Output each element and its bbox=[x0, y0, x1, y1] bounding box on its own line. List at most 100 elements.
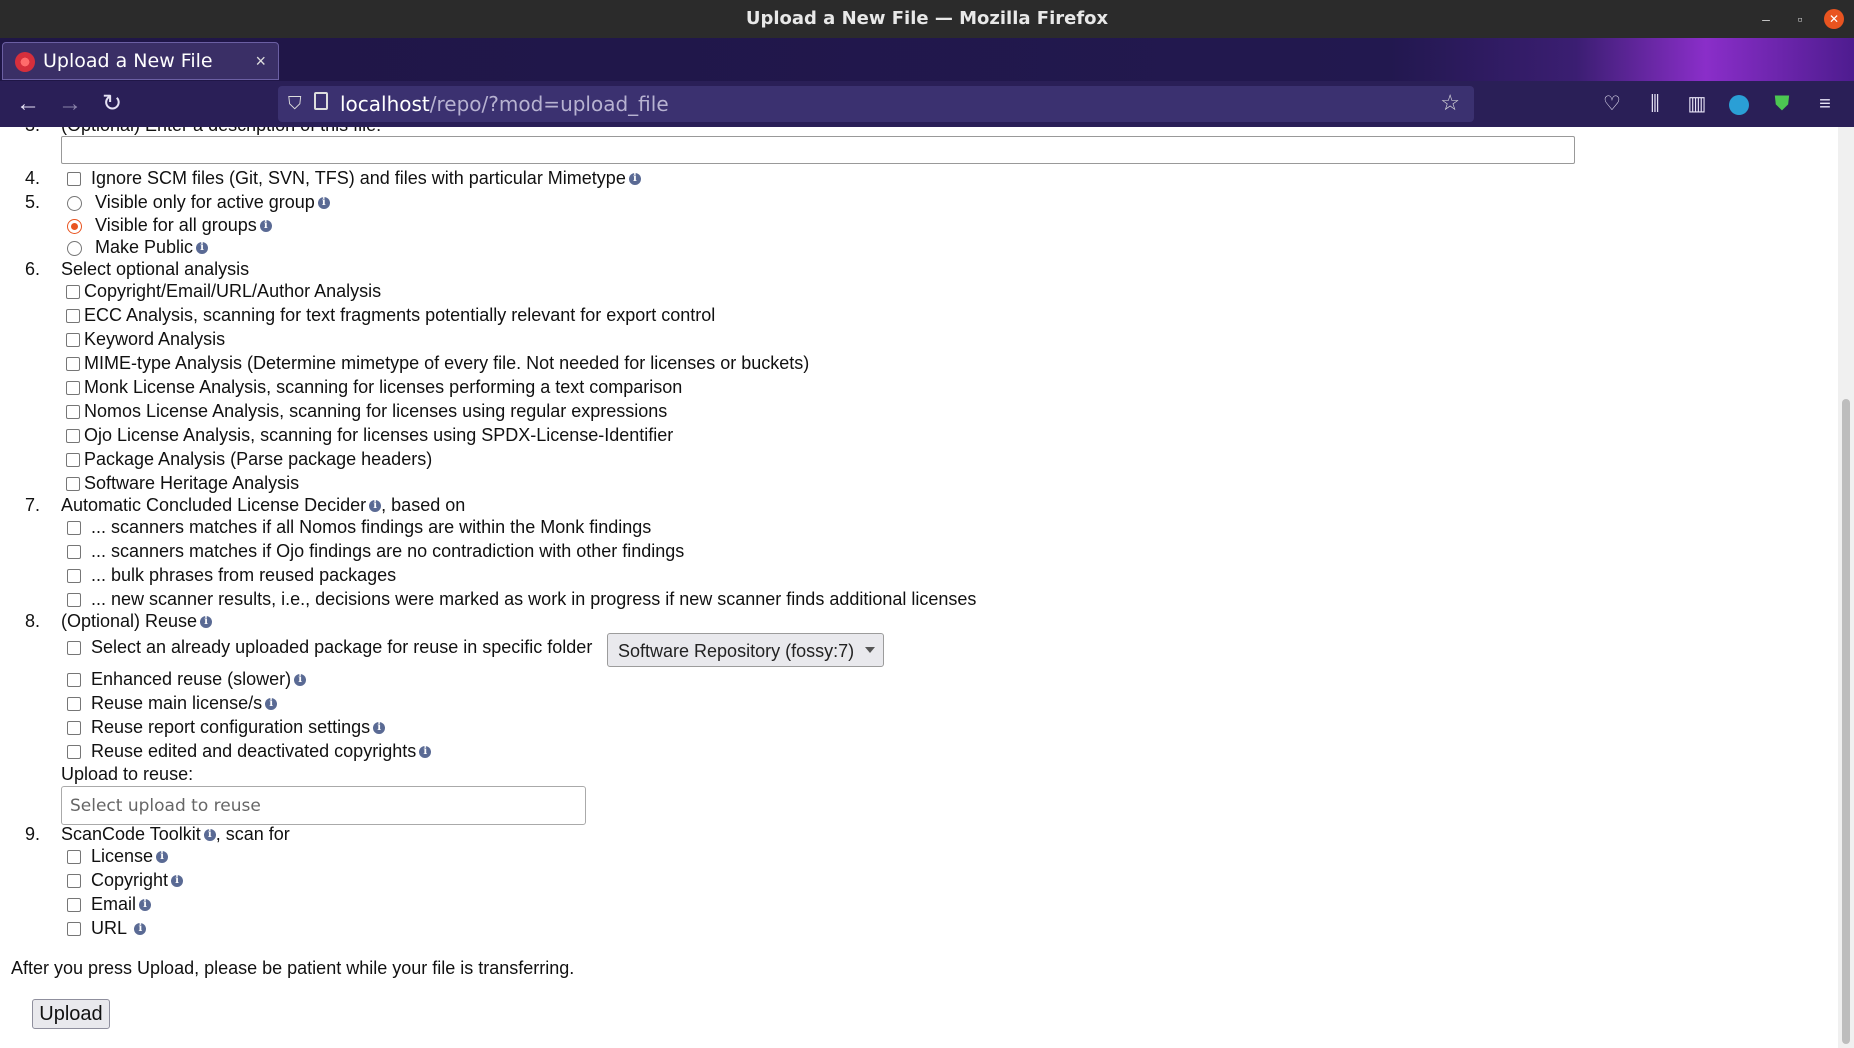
analysis-label: Monk License Analysis, scanning for lice… bbox=[84, 377, 683, 397]
close-window-button[interactable]: ✕ bbox=[1824, 9, 1844, 29]
visibility-radio-selected[interactable] bbox=[67, 218, 82, 234]
reuse-option[interactable]: Reuse report configuration settings i bbox=[67, 716, 386, 738]
info-icon[interactable]: i bbox=[139, 899, 152, 912]
reuse-folder-checkbox[interactable] bbox=[67, 641, 81, 656]
visibility-label: Make Public bbox=[95, 237, 194, 257]
decider-option[interactable]: ... new scanner results, i.e., decisions… bbox=[67, 588, 976, 610]
reuse-checkbox[interactable] bbox=[67, 721, 81, 736]
item3-label: (Optional) Enter a description of this f… bbox=[61, 127, 381, 136]
visibility-option-all-groups[interactable]: Visible for all groups i bbox=[67, 214, 272, 236]
reuse-option[interactable]: Reuse edited and deactivated copyrights i bbox=[67, 740, 432, 762]
decider-option[interactable]: ... bulk phrases from reused packages bbox=[67, 564, 396, 586]
analysis-option[interactable]: Ojo License Analysis, scanning for licen… bbox=[66, 424, 673, 446]
scancode-option[interactable]: URL i bbox=[67, 917, 147, 939]
decider-checkbox[interactable] bbox=[67, 569, 81, 584]
tab-close-icon[interactable]: × bbox=[255, 43, 266, 79]
analysis-checkbox[interactable] bbox=[66, 333, 80, 348]
info-icon[interactable]: i bbox=[156, 851, 169, 864]
maximize-button[interactable]: ▫ bbox=[1790, 9, 1810, 29]
scancode-checkbox[interactable] bbox=[67, 898, 81, 913]
extension-shield-icon[interactable]: ⛊ bbox=[1767, 89, 1797, 119]
info-icon[interactable]: i bbox=[265, 698, 278, 711]
analysis-checkbox[interactable] bbox=[66, 429, 80, 444]
account-icon[interactable] bbox=[1724, 89, 1754, 119]
analysis-option[interactable]: MIME-type Analysis (Determine mimetype o… bbox=[66, 352, 809, 374]
visibility-option-active-group[interactable]: Visible only for active group i bbox=[67, 191, 330, 213]
upload-to-reuse-input[interactable] bbox=[62, 787, 570, 824]
scancode-option[interactable]: License i bbox=[67, 845, 169, 867]
library-icon[interactable]: ⫼ bbox=[1640, 89, 1670, 119]
info-icon[interactable]: i bbox=[196, 242, 209, 255]
analysis-option[interactable]: Copyright/Email/URL/Author Analysis bbox=[66, 280, 381, 302]
analysis-option[interactable]: Package Analysis (Parse package headers) bbox=[66, 448, 432, 470]
sidebar-icon[interactable]: ▥ bbox=[1682, 89, 1712, 119]
analysis-checkbox[interactable] bbox=[66, 381, 80, 396]
info-icon[interactable]: i bbox=[200, 616, 213, 629]
reuse-option[interactable]: Enhanced reuse (slower) i bbox=[67, 668, 307, 690]
info-icon[interactable]: i bbox=[373, 722, 386, 735]
analysis-option[interactable]: Keyword Analysis bbox=[66, 328, 225, 350]
upload-to-reuse-field[interactable] bbox=[61, 786, 586, 825]
info-icon[interactable]: i bbox=[294, 674, 307, 687]
analysis-checkbox[interactable] bbox=[66, 357, 80, 372]
scancode-checkbox[interactable] bbox=[67, 922, 81, 937]
analysis-checkbox[interactable] bbox=[66, 405, 80, 420]
analysis-checkbox[interactable] bbox=[66, 453, 80, 468]
analysis-option[interactable]: Monk License Analysis, scanning for lice… bbox=[66, 376, 682, 398]
forward-button[interactable]: → bbox=[54, 89, 86, 119]
url-text[interactable]: localhost/repo/?mod=upload_file bbox=[340, 86, 669, 122]
description-input[interactable] bbox=[61, 136, 1575, 164]
info-icon[interactable]: i bbox=[171, 875, 184, 888]
info-icon[interactable]: i bbox=[134, 923, 147, 936]
analysis-option[interactable]: ECC Analysis, scanning for text fragment… bbox=[66, 304, 715, 326]
scancode-option[interactable]: Copyright i bbox=[67, 869, 184, 891]
reuse-folder-option[interactable]: Select an already uploaded package for r… bbox=[67, 636, 592, 658]
decider-option[interactable]: ... scanners matches if Ojo findings are… bbox=[67, 540, 684, 562]
info-icon[interactable]: i bbox=[628, 173, 641, 186]
visibility-option-public[interactable]: Make Public i bbox=[67, 236, 209, 258]
chevron-down-icon bbox=[865, 647, 875, 653]
info-icon[interactable]: i bbox=[369, 500, 382, 513]
ignore-scm-checkbox[interactable] bbox=[67, 167, 81, 189]
info-icon[interactable]: i bbox=[419, 746, 432, 759]
decider-checkbox[interactable] bbox=[67, 545, 81, 560]
analysis-label: Copyright/Email/URL/Author Analysis bbox=[84, 281, 382, 301]
page-scrollbar[interactable] bbox=[1838, 127, 1854, 1048]
decider-label: ... new scanner results, i.e., decisions… bbox=[91, 589, 977, 609]
url-bar[interactable]: ⛉ localhost/repo/?mod=upload_file ☆ bbox=[278, 86, 1474, 122]
analysis-option[interactable]: Software Heritage Analysis bbox=[66, 472, 299, 494]
scancode-checkbox[interactable] bbox=[67, 874, 81, 889]
decider-checkbox[interactable] bbox=[67, 521, 81, 536]
info-icon[interactable]: i bbox=[317, 197, 330, 210]
tab-upload-file[interactable]: Upload a New File × bbox=[2, 42, 279, 80]
reuse-checkbox[interactable] bbox=[67, 697, 81, 712]
analysis-option[interactable]: Nomos License Analysis, scanning for lic… bbox=[66, 400, 667, 422]
minimize-button[interactable]: – bbox=[1756, 9, 1776, 29]
info-icon[interactable]: i bbox=[259, 220, 272, 233]
upload-button[interactable]: Upload bbox=[32, 999, 110, 1029]
visibility-radio[interactable] bbox=[67, 195, 82, 211]
reuse-checkbox[interactable] bbox=[67, 673, 81, 688]
analysis-checkbox[interactable] bbox=[66, 309, 80, 324]
url-path: /repo/?mod=upload_file bbox=[429, 92, 669, 116]
reuse-checkbox[interactable] bbox=[67, 745, 81, 760]
scrollbar-thumb[interactable] bbox=[1842, 399, 1850, 1044]
reuse-option[interactable]: Reuse main license/s i bbox=[67, 692, 278, 714]
reload-button[interactable]: ↻ bbox=[96, 89, 128, 119]
pocket-icon[interactable]: ♡ bbox=[1597, 89, 1627, 119]
back-button[interactable]: ← bbox=[12, 89, 44, 119]
decider-checkbox[interactable] bbox=[67, 593, 81, 608]
info-icon[interactable]: i bbox=[203, 829, 216, 842]
analysis-checkbox[interactable] bbox=[66, 285, 80, 300]
visibility-radio[interactable] bbox=[67, 240, 82, 256]
analysis-checkbox[interactable] bbox=[66, 477, 80, 492]
bookmark-star-icon[interactable]: ☆ bbox=[1440, 90, 1460, 116]
item3-number: 3. bbox=[0, 127, 40, 136]
scancode-checkbox[interactable] bbox=[67, 850, 81, 865]
scancode-option[interactable]: Email i bbox=[67, 893, 152, 915]
tracking-protection-shield-icon[interactable]: ⛉ bbox=[288, 93, 302, 114]
menu-icon[interactable]: ≡ bbox=[1810, 89, 1840, 119]
page-info-icon[interactable] bbox=[314, 92, 328, 110]
reuse-folder-select[interactable]: Software Repository (fossy:7) bbox=[607, 633, 884, 667]
decider-option[interactable]: ... scanners matches if all Nomos findin… bbox=[67, 516, 651, 538]
